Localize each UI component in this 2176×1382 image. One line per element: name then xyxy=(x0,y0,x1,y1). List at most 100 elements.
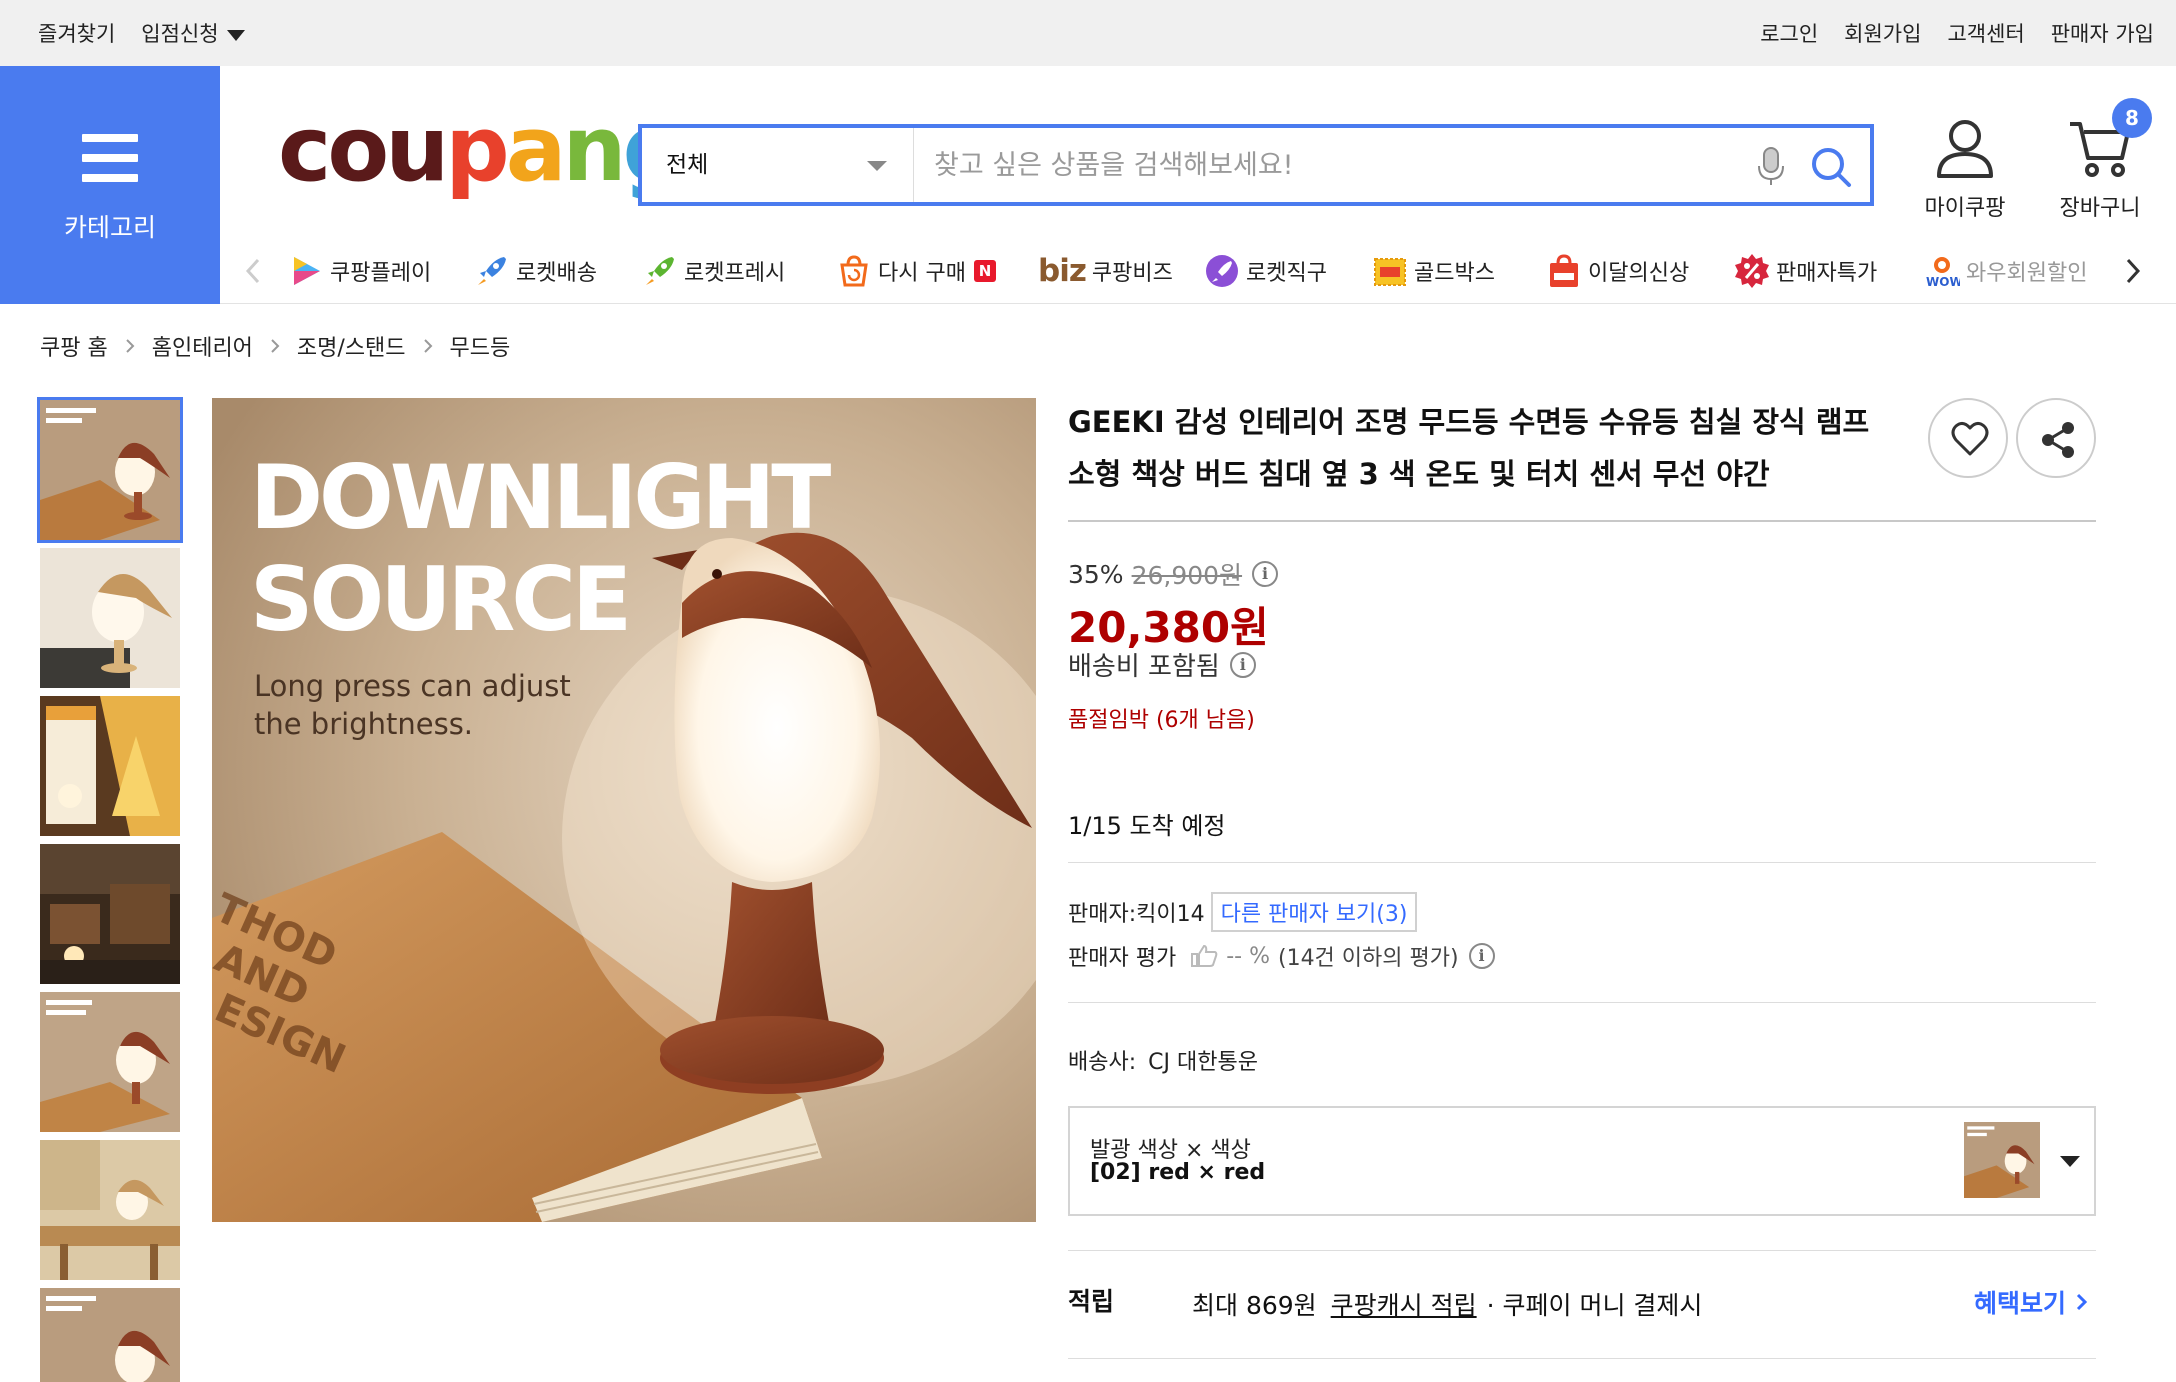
user-icon xyxy=(1937,120,1993,178)
seller-rating-value: -- % xyxy=(1226,943,1270,969)
store-apply-label: 입점신청 xyxy=(141,22,219,46)
breadcrumb-item[interactable]: 조명/스탠드 xyxy=(297,330,406,362)
discount-row: 35% 26,900원 i xyxy=(1068,556,1279,592)
seller-rating-row: 판매자 평가 -- % (14건 이하의 평가) i xyxy=(1068,940,1495,972)
header-divider xyxy=(220,303,2176,304)
carrier-row: 배송사: CJ 대한통운 xyxy=(1068,1044,1258,1076)
nav-label: 와우회원할인 xyxy=(1966,261,2088,286)
rocket-global-icon xyxy=(1206,255,1238,287)
share-button[interactable] xyxy=(2016,398,2096,478)
rocket-icon xyxy=(478,257,506,285)
nav-label: 로켓직구 xyxy=(1246,261,1327,286)
search-bar: 전체 xyxy=(638,124,1874,206)
info-icon[interactable]: i xyxy=(1468,943,1495,969)
seller-rating-note: (14건 이하의 평가) xyxy=(1277,946,1459,971)
rocket-fresh-icon xyxy=(646,257,674,285)
play-icon xyxy=(294,257,320,285)
nav-label: 쿠팡플레이 xyxy=(330,261,432,286)
breadcrumb-item[interactable]: 홈인테리어 xyxy=(152,330,253,362)
seller-label: 판매자: xyxy=(1068,902,1137,927)
percent-icon xyxy=(1735,254,1769,288)
product-thumbnail[interactable] xyxy=(40,548,180,688)
divider xyxy=(1068,1250,2096,1251)
category-button[interactable]: 카테고리 xyxy=(0,66,220,304)
nav-item-seller-deals[interactable]: 판매자특가 xyxy=(1734,246,1877,296)
nav-item-rebuy[interactable]: 다시 구매 N xyxy=(836,246,996,296)
login-link[interactable]: 로그인 xyxy=(1760,18,1818,48)
chevron-right-icon xyxy=(423,339,432,353)
search-input[interactable] xyxy=(934,144,1734,186)
seller-signup-link[interactable]: 판매자 가입 xyxy=(2051,18,2154,48)
image-headline: SOURCE xyxy=(250,548,628,651)
image-caption: the brightness. xyxy=(254,707,473,741)
original-price: 26,900원 xyxy=(1131,561,1243,590)
hamburger-icon xyxy=(82,134,138,182)
info-icon[interactable]: i xyxy=(1252,561,1279,587)
nav-item-biz[interactable]: biz 쿠팡비즈 xyxy=(1038,246,1173,296)
nav-label: 다시 구매 xyxy=(878,261,966,286)
arrival-estimate: 1/15 도착 예정 xyxy=(1068,806,1226,841)
chevron-down-icon xyxy=(867,161,887,171)
mycoupang-button[interactable]: 마이쿠팡 xyxy=(1905,118,2025,222)
seller-name[interactable]: 킥이14 xyxy=(1136,896,1204,928)
nav-next-arrow-icon[interactable] xyxy=(2120,256,2146,286)
nav-label: 쿠팡비즈 xyxy=(1091,261,1173,286)
shipping-row: 배송비 포함됨 i xyxy=(1068,646,1256,683)
image-headline: DOWNLIGHT xyxy=(250,446,831,549)
logo-letter: a xyxy=(505,97,567,202)
wishlist-button[interactable] xyxy=(1928,398,2008,478)
signup-link[interactable]: 회원가입 xyxy=(1844,18,1921,48)
logo-letter: p xyxy=(445,97,509,202)
mycoupang-label: 마이쿠팡 xyxy=(1924,196,2006,221)
category-label: 카테고리 xyxy=(63,213,156,242)
nav-item-rocket[interactable]: 로켓배송 xyxy=(474,246,597,296)
product-main-image[interactable]: THOD AND ESIGN DOWNLIGHT SOURCE Long pre… xyxy=(212,398,1036,1222)
product-thumbnail[interactable] xyxy=(37,397,183,543)
product-thumbnail[interactable] xyxy=(40,844,180,984)
product-title: GEEKI 감성 인테리어 조명 무드등 수면등 수유등 침실 장식 램프 소형… xyxy=(1068,396,1876,500)
nav-item-rocket-global[interactable]: 로켓직구 xyxy=(1204,246,1327,296)
other-sellers-button[interactable]: 다른 판매자 보기(3) xyxy=(1210,892,1418,932)
nav-prev-arrow-icon[interactable] xyxy=(240,256,266,286)
search-category-select[interactable]: 전체 xyxy=(642,128,914,202)
share-icon xyxy=(2042,422,2074,458)
stock-warning: 품절임박 (6개 남음) xyxy=(1068,708,1255,733)
thumbs-up-icon xyxy=(1191,944,1218,967)
nav-label: 판매자특가 xyxy=(1776,261,1878,286)
store-apply-link[interactable]: 입점신청 xyxy=(141,18,245,48)
product-thumbnail[interactable] xyxy=(40,1140,180,1280)
chevron-right-icon xyxy=(2076,1293,2088,1311)
coupang-logo[interactable]: coupang xyxy=(278,97,687,202)
rebuy-icon xyxy=(840,255,868,287)
product-thumbnail[interactable] xyxy=(40,992,180,1132)
microphone-icon[interactable] xyxy=(1756,146,1786,186)
biz-logo: biz xyxy=(1038,253,1087,289)
divider xyxy=(1068,1002,2096,1003)
logo-letter: n xyxy=(562,97,626,202)
breadcrumb-item[interactable]: 무드등 xyxy=(450,330,511,362)
chevron-down-icon xyxy=(2060,1156,2080,1167)
product-thumbnail[interactable] xyxy=(40,1288,180,1382)
product-title-line: GEEKI 감성 인테리어 조명 무드등 수면등 수유등 침실 장식 램프 xyxy=(1068,405,1870,439)
benefits-button[interactable]: 혜택보기 xyxy=(1974,1284,2090,1320)
cashback-link[interactable]: 쿠팡캐시 적립 xyxy=(1331,1286,1477,1322)
nav-item-wow-discount[interactable]: WOW 와우회원할인 xyxy=(1924,246,2087,296)
nav-item-new-arrivals[interactable]: 이달의신상 xyxy=(1546,246,1689,296)
carrier-label: 배송사: xyxy=(1068,1050,1137,1075)
search-category-value: 전체 xyxy=(666,152,709,178)
top-utility-bar: 즐겨찾기 입점신청 로그인 회원가입 고객센터 판매자 가입 xyxy=(0,0,2176,66)
cashback-condition: · 쿠페이 머니 결제시 xyxy=(1486,1291,1703,1320)
search-icon[interactable] xyxy=(1810,146,1852,188)
new-badge: N xyxy=(973,260,996,282)
product-thumbnail[interactable] xyxy=(40,696,180,836)
seller-rating-label: 판매자 평가 xyxy=(1068,946,1177,971)
nav-item-rocket-fresh[interactable]: 로켓프레시 xyxy=(642,246,785,296)
nav-item-goldbox[interactable]: 골드박스 xyxy=(1372,246,1495,296)
customer-center-link[interactable]: 고객센터 xyxy=(1947,18,2024,48)
carrier-name: CJ 대한통운 xyxy=(1148,1050,1258,1075)
bookmark-link[interactable]: 즐겨찾기 xyxy=(38,18,115,48)
breadcrumb-home[interactable]: 쿠팡 홈 xyxy=(40,330,108,362)
option-select[interactable]: 발광 색상 × 색상 [02] red × red xyxy=(1068,1106,2096,1216)
nav-item-coupangplay[interactable]: 쿠팡플레이 xyxy=(288,246,431,296)
info-icon[interactable]: i xyxy=(1229,651,1256,678)
